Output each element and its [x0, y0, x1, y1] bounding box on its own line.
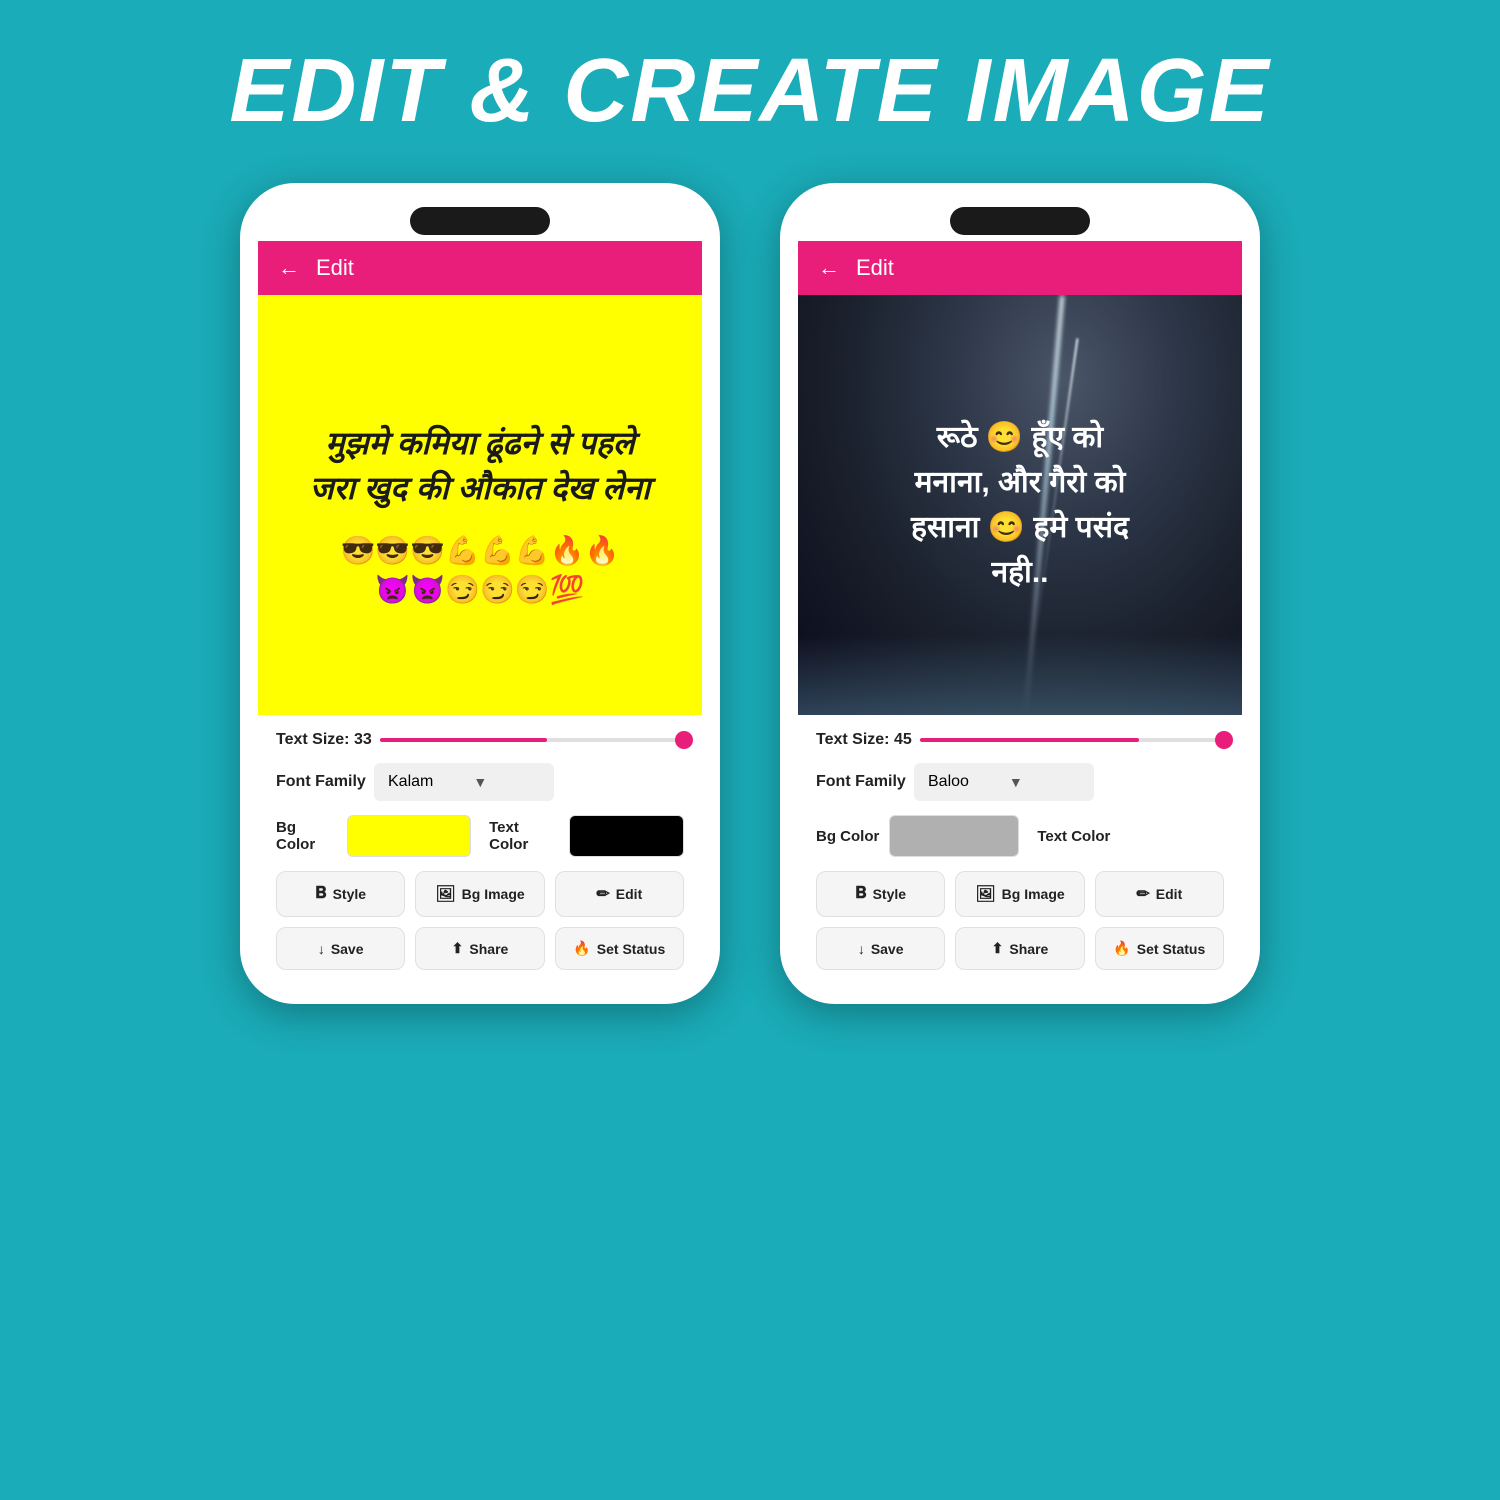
phone1-action-row1: 𝐁 Style 🖼 Bg Image ✏ Edit [276, 871, 684, 917]
phone2-notch [798, 201, 1242, 241]
phone1-hindi-text: मुझमे कमिया ढूंढने से पहले जरा खुद की औक… [290, 401, 670, 531]
phone1-app-bar: ← Edit [258, 241, 702, 295]
phone2-controls: Text Size: 45 Font Family Baloo [798, 715, 1242, 986]
phone1-bg-color-swatch[interactable] [347, 815, 472, 857]
phone2-style-label: Style [873, 886, 906, 902]
phone1-share-label: Share [469, 941, 508, 957]
page-title: EDIT & CREATE IMAGE [229, 40, 1270, 143]
phone2-font-family-row: Font Family Baloo ▼ [816, 763, 1224, 801]
phone1-back-button[interactable]: ← [278, 255, 300, 281]
phone2-bg-image-icon: 🖼 [975, 884, 995, 904]
phone2-font-dropdown[interactable]: Baloo ▼ [914, 763, 1094, 801]
phone1-edit-label: Edit [616, 886, 642, 902]
phone1-bg-image-button[interactable]: 🖼 Bg Image [415, 871, 544, 917]
phone2-set-status-icon: 🔥 [1113, 940, 1130, 957]
phone1-set-status-icon: 🔥 [573, 940, 590, 957]
phone2-font-value: Baloo [928, 773, 969, 791]
phone-2: ← Edit रूठे 😊 हूँए को मनाना, और गैरो को … [780, 183, 1260, 1004]
phone-1: ← Edit मुझमे कमिया ढूंढने से पहले जरा खु… [240, 183, 720, 1004]
phone2-slider-thumb[interactable] [1215, 731, 1233, 749]
phone1-app-title: Edit [316, 255, 354, 281]
phone2-text-size-row: Text Size: 45 [816, 731, 1224, 749]
phone1-slider-fill [380, 738, 547, 742]
phone1-edit-icon: ✏ [596, 884, 609, 904]
phone2-image-area: रूठे 😊 हूँए को मनाना, और गैरो को हसाना 😊… [798, 295, 1242, 715]
phone2-share-icon: ⬆ [992, 940, 1004, 957]
phone1-text-color-label: Text Color [489, 819, 559, 853]
phone1-text-size-label: Text Size: 33 [276, 731, 372, 749]
phone2-save-label: Save [871, 941, 904, 957]
phone2-color-row: Bg Color Text Color [816, 815, 1224, 857]
phone1-notch-bar [410, 207, 550, 235]
phone2-action-row2: ↓ Save ⬆ Share 🔥 Set Status [816, 927, 1224, 970]
phone2-back-button[interactable]: ← [818, 255, 840, 281]
phone1-save-icon: ↓ [318, 941, 325, 957]
phone1-slider-thumb[interactable] [675, 731, 693, 749]
phone1-font-family-row: Font Family Kalam ▼ [276, 763, 684, 801]
phone1-slider-track [380, 738, 684, 742]
phone1-action-row2: ↓ Save ⬆ Share 🔥 Set Status [276, 927, 684, 970]
phone2-font-label: Font Family [816, 773, 906, 791]
phone2-set-status-button[interactable]: 🔥 Set Status [1095, 927, 1224, 970]
phone2-edit-icon: ✏ [1136, 884, 1149, 904]
phone2-slider-fill [920, 738, 1139, 742]
phone2-app-title: Edit [856, 255, 894, 281]
phone2-hindi-text: रूठे 😊 हूँए को मनाना, और गैरो को हसाना 😊… [891, 395, 1149, 615]
phone2-bg-color-label: Bg Color [816, 828, 879, 845]
phone1-image-area: मुझमे कमिया ढूंढने से पहले जरा खुद की औक… [258, 295, 702, 715]
phone2-bg-color-swatch[interactable] [889, 815, 1019, 857]
phone2-app-bar: ← Edit [798, 241, 1242, 295]
phone2-bg-image-button[interactable]: 🖼 Bg Image [955, 871, 1084, 917]
phone2-horizon-glow [798, 635, 1242, 715]
phone2-save-icon: ↓ [858, 941, 865, 957]
phone1-notch [258, 201, 702, 241]
phone2-slider-container[interactable] [920, 738, 1224, 742]
phone1-slider-container[interactable] [380, 738, 684, 742]
phone2-edit-label: Edit [1156, 886, 1182, 902]
phone2-slider-track [920, 738, 1224, 742]
phone2-text-color-label: Text Color [1037, 828, 1110, 845]
phone1-style-label: Style [333, 886, 366, 902]
phone1-text-color-swatch[interactable] [569, 815, 684, 857]
phone1-dropdown-arrow: ▼ [473, 774, 487, 790]
phone1-share-button[interactable]: ⬆ Share [415, 927, 544, 970]
phone2-dropdown-arrow: ▼ [1009, 774, 1023, 790]
phone1-save-label: Save [331, 941, 364, 957]
phone1-set-status-button[interactable]: 🔥 Set Status [555, 927, 684, 970]
phone2-bg-image-label: Bg Image [1002, 886, 1065, 902]
phone2-notch-bar [950, 207, 1090, 235]
phone2-share-label: Share [1009, 941, 1048, 957]
phone1-set-status-label: Set Status [597, 941, 665, 957]
phone1-font-value: Kalam [388, 773, 433, 791]
phones-container: ← Edit मुझमे कमिया ढूंढने से पहले जरा खु… [240, 183, 1260, 1004]
phone1-share-icon: ⬆ [452, 940, 464, 957]
phone2-style-icon: 𝐁 [855, 885, 866, 903]
phone1-font-dropdown[interactable]: Kalam ▼ [374, 763, 554, 801]
phone2-set-status-label: Set Status [1137, 941, 1205, 957]
phone1-edit-button[interactable]: ✏ Edit [555, 871, 684, 917]
phone1-emojis: 😎😎😎💪💪💪🔥🔥 👿👿😏😏😏💯 [290, 531, 670, 609]
phone1-controls: Text Size: 33 Font Family Kalam [258, 715, 702, 986]
phone1-font-label: Font Family [276, 773, 366, 791]
phone2-action-row1: 𝐁 Style 🖼 Bg Image ✏ Edit [816, 871, 1224, 917]
phone1-save-button[interactable]: ↓ Save [276, 927, 405, 970]
phone2-style-button[interactable]: 𝐁 Style [816, 871, 945, 917]
phone2-save-button[interactable]: ↓ Save [816, 927, 945, 970]
phone1-bg-image-icon: 🖼 [435, 884, 455, 904]
phone1-text-size-row: Text Size: 33 [276, 731, 684, 749]
phone2-text-size-label: Text Size: 45 [816, 731, 912, 749]
phone2-share-button[interactable]: ⬆ Share [955, 927, 1084, 970]
phone1-bg-color-label: Bg Color [276, 819, 337, 853]
phone1-style-button[interactable]: 𝐁 Style [276, 871, 405, 917]
phone1-color-row: Bg Color Text Color [276, 815, 684, 857]
phone2-edit-button[interactable]: ✏ Edit [1095, 871, 1224, 917]
phone1-bg-image-label: Bg Image [462, 886, 525, 902]
phone1-style-icon: 𝐁 [315, 885, 326, 903]
